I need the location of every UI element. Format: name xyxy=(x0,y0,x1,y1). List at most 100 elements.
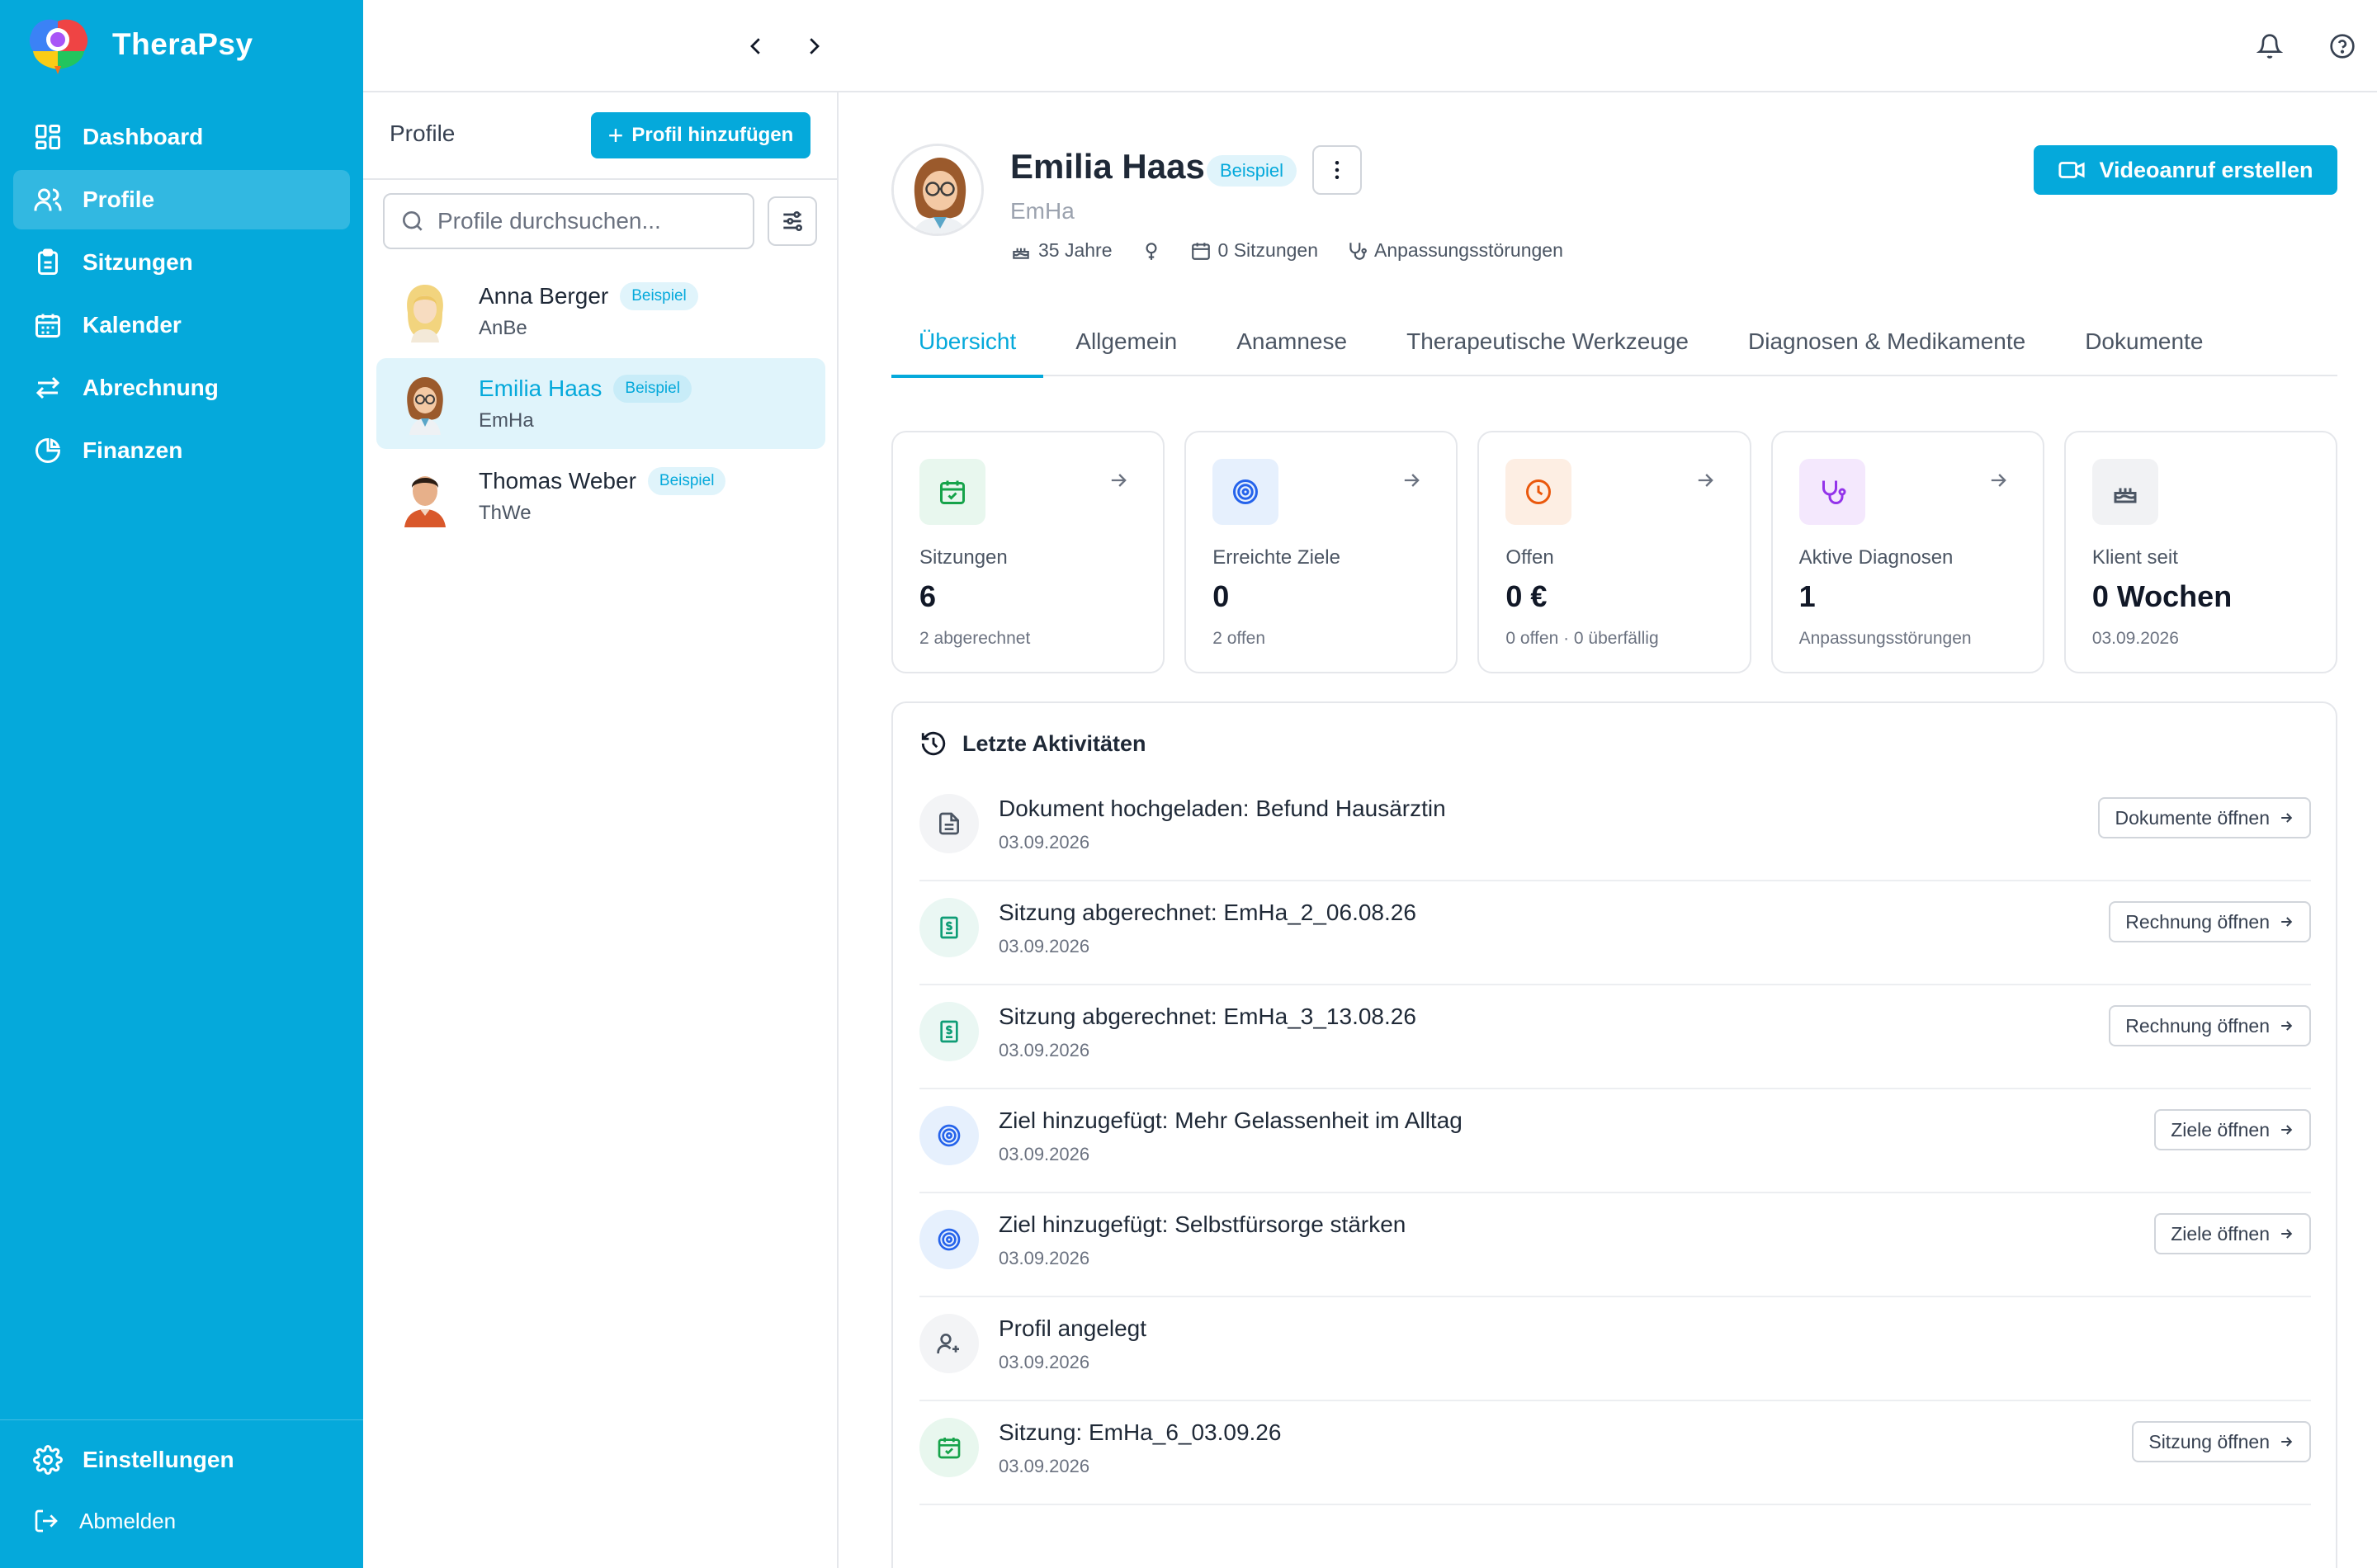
profile-text: Thomas Weber Beispiel ThWe xyxy=(479,467,726,525)
stat-sub: 0 offen · 0 überfällig xyxy=(1505,629,1659,648)
activity-row: Sitzung abgerechnet: EmHa_2_06.08.26 03.… xyxy=(919,881,2311,985)
sidebar-item-finanzen[interactable]: Finanzen xyxy=(13,421,350,480)
tab-allgemein[interactable]: Allgemein xyxy=(1048,307,1204,376)
sliders-icon xyxy=(783,211,802,231)
avatar-anna-icon xyxy=(407,285,443,342)
chevron-left-icon xyxy=(750,38,760,54)
profile-list-item[interactable]: Thomas Weber Beispiel ThWe xyxy=(376,451,825,541)
activity-date: 03.09.2026 xyxy=(999,1352,1090,1372)
example-badge: Beispiel xyxy=(620,282,698,310)
profile-list-item[interactable]: Anna Berger Beispiel AnBe xyxy=(376,266,825,357)
stat-label: Sitzungen xyxy=(919,546,1008,569)
avatar-thomas-icon xyxy=(404,476,446,527)
transfer-arrows-icon xyxy=(35,376,60,399)
profile-name-row: Thomas Weber Beispiel xyxy=(479,467,726,495)
avatar-emilia-large-icon xyxy=(894,146,981,234)
profile-list-item[interactable]: Emilia Haas Beispiel EmHa xyxy=(376,358,825,449)
sidebar-item-einstellungen[interactable]: Einstellungen xyxy=(13,1430,350,1490)
stat-sub: 2 abgerechnet xyxy=(919,629,1031,648)
video-call-label: Videoanruf erstellen xyxy=(2099,157,2313,182)
invoice-icon xyxy=(940,916,958,939)
stat-card-goals[interactable]: Erreichte Ziele 0 2 offen xyxy=(1184,431,1458,673)
sidebar-item-profile[interactable]: Profile xyxy=(13,170,350,229)
brand[interactable]: TheraPsy xyxy=(25,15,253,74)
search-box[interactable] xyxy=(383,193,754,249)
activity-title: Dokument hochgeladen: Befund Hausärztin xyxy=(999,796,1446,821)
open-session-button[interactable]: Sitzung öffnen xyxy=(2132,1421,2311,1462)
create-video-call-button[interactable]: Videoanruf erstellen xyxy=(2034,145,2337,195)
users-icon xyxy=(34,188,62,211)
document-icon xyxy=(939,812,959,835)
tab-uebersicht[interactable]: Übersicht xyxy=(891,307,1044,378)
stats-cards: Sitzungen 6 2 abgerechnet Erreichte Ziel… xyxy=(891,431,2338,673)
activity-title: Profil angelegt xyxy=(999,1315,1147,1341)
more-options-button[interactable] xyxy=(1312,145,1362,195)
logout-icon xyxy=(35,1509,58,1533)
tab-dokumente[interactable]: Dokumente xyxy=(2058,307,2230,376)
activity-icon-wrap xyxy=(919,1106,979,1165)
add-profile-button[interactable]: + Profil hinzufügen xyxy=(591,112,810,158)
sidebar-item-label: Dashboard xyxy=(83,124,204,149)
video-camera-icon xyxy=(2058,162,2086,178)
profile-short: AnBe xyxy=(479,317,527,339)
arrow-right-icon xyxy=(2281,1125,2293,1135)
activity-row: Ziel hinzugefügt: Selbstfürsorge stärken… xyxy=(919,1193,2311,1297)
open-invoice-button[interactable]: Rechnung öffnen xyxy=(2109,901,2311,942)
profile-name-heading: Emilia Haas xyxy=(1010,147,1205,186)
list-title: Profile xyxy=(390,120,456,146)
tab-therapeutische-werkzeuge[interactable]: Therapeutische Werkzeuge xyxy=(1379,307,1716,376)
activity-icon-wrap xyxy=(919,794,979,853)
profile-detail: Emilia Haas Beispiel EmHa 35 Jahre 0 Sit… xyxy=(839,92,2377,1568)
example-badge: Beispiel xyxy=(647,467,726,495)
activity-title: Sitzung abgerechnet: EmHa_3_13.08.26 xyxy=(999,1004,1416,1029)
activity-row: Profil angelegt 03.09.2026 xyxy=(919,1297,2311,1401)
history-icon xyxy=(921,731,946,756)
filter-button[interactable] xyxy=(768,196,817,246)
more-vertical-icon xyxy=(1335,161,1340,179)
stat-sub: 2 offen xyxy=(1212,629,1266,648)
avatar-emilia-icon xyxy=(407,377,443,435)
sidebar-item-label: Kalender xyxy=(83,312,182,338)
sidebar: TheraPsy Dashboard Profile Sitzungen Kal… xyxy=(0,0,363,1568)
open-invoice-button[interactable]: Rechnung öffnen xyxy=(2109,1005,2311,1046)
tab-diagnosen-medikamente[interactable]: Diagnosen & Medikamente xyxy=(1721,307,2053,376)
tab-anamnese[interactable]: Anamnese xyxy=(1209,307,1374,376)
sidebar-item-label: Abrechnung xyxy=(83,375,219,400)
arrow-right-icon xyxy=(1112,474,1127,487)
bell-icon xyxy=(2256,34,2283,59)
open-goals-button[interactable]: Ziele öffnen xyxy=(2154,1213,2311,1254)
logout-button[interactable]: Abmelden xyxy=(33,1496,363,1546)
open-goals-button[interactable]: Ziele öffnen xyxy=(2154,1109,2311,1150)
stat-value: 6 xyxy=(919,579,937,613)
stat-card-sessions[interactable]: Sitzungen 6 2 abgerechnet xyxy=(891,431,1165,673)
stat-value: 0 Wochen xyxy=(2091,579,2233,613)
user-plus-icon xyxy=(937,1334,959,1353)
profile-list-panel: Profile + Profil hinzufügen Anna Berger … xyxy=(363,92,839,1568)
activity-title: Sitzung abgerechnet: EmHa_2_06.08.26 xyxy=(999,900,1416,925)
forward-button[interactable] xyxy=(797,30,830,63)
sidebar-item-kalender[interactable]: Kalender xyxy=(13,295,350,355)
arrow-right-icon xyxy=(2281,1021,2293,1031)
back-button[interactable] xyxy=(740,30,773,63)
activity-row: Ziel hinzugefügt: Mehr Gelassenheit im A… xyxy=(919,1089,2311,1193)
meta-age: 35 Jahre xyxy=(1010,239,1113,262)
search-input[interactable] xyxy=(437,208,751,234)
stat-icon-wrap xyxy=(1505,459,1572,525)
sidebar-item-label: Finanzen xyxy=(83,437,183,463)
notifications-button[interactable] xyxy=(2253,30,2286,63)
sidebar-item-sitzungen[interactable]: Sitzungen xyxy=(13,233,350,292)
sidebar-item-abrechnung[interactable]: Abrechnung xyxy=(13,358,350,418)
open-documents-button[interactable]: Dokumente öffnen xyxy=(2098,797,2311,838)
calendar-icon xyxy=(35,314,60,338)
arrow-right-icon xyxy=(1991,474,2006,487)
help-button[interactable] xyxy=(2326,30,2359,63)
sidebar-item-dashboard[interactable]: Dashboard xyxy=(13,107,350,167)
stat-card-diagnoses[interactable]: Aktive Diagnosen 1 Anpassungsstörungen xyxy=(1770,431,2044,673)
stat-label: Aktive Diagnosen xyxy=(1798,546,1954,569)
button-label: Dokumente öffnen xyxy=(2115,806,2270,829)
stat-value: 0 € xyxy=(1505,579,1548,613)
list-header: Profile + Profil hinzufügen xyxy=(363,92,837,180)
stat-value: 0 xyxy=(1212,579,1230,613)
stat-card-open[interactable]: Offen 0 € 0 offen · 0 überfällig xyxy=(1477,431,1751,673)
profile-meta: 35 Jahre 0 Sitzungen Anpassungsstörungen xyxy=(1010,239,1563,262)
